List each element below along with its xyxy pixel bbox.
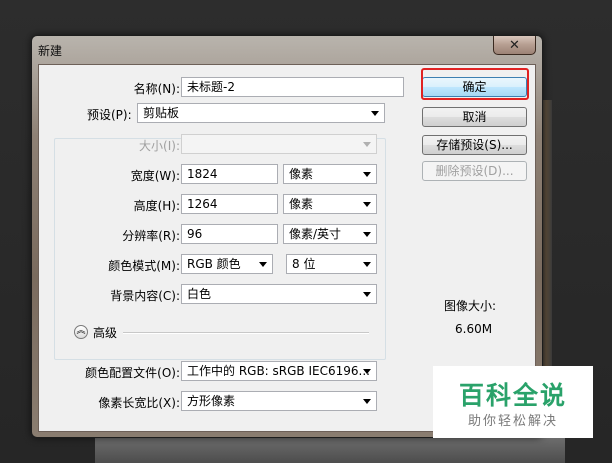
pixel-aspect-value: 方形像素 bbox=[187, 394, 236, 408]
resolution-unit-value: 像素/英寸 bbox=[289, 227, 342, 241]
bit-depth-value: 8 位 bbox=[292, 257, 316, 271]
chevron-down-icon bbox=[363, 202, 371, 207]
close-icon: ✕ bbox=[509, 37, 520, 53]
width-unit-select[interactable]: 像素 bbox=[283, 164, 377, 184]
dialog-titlebar: 新建 ✕ bbox=[32, 36, 542, 64]
background-window-strip bbox=[95, 436, 565, 463]
height-input[interactable]: 1264 bbox=[181, 194, 278, 214]
chevron-down-icon bbox=[363, 142, 371, 147]
advanced-divider bbox=[123, 332, 369, 334]
width-input[interactable]: 1824 bbox=[181, 164, 278, 184]
size-label: 大小(I): bbox=[139, 139, 180, 153]
width-unit-value: 像素 bbox=[289, 167, 314, 181]
height-unit-value: 像素 bbox=[289, 197, 314, 211]
delete-preset-button: 删除预设(D)... bbox=[422, 161, 527, 181]
chevron-down-icon bbox=[363, 292, 371, 297]
size-select bbox=[181, 134, 377, 154]
preset-value: 剪贴板 bbox=[143, 106, 180, 120]
chevron-up-icon: ︽ bbox=[76, 326, 86, 336]
resolution-label: 分辨率(R): bbox=[122, 229, 180, 243]
pixel-aspect-label: 像素长宽比(X): bbox=[98, 396, 180, 410]
color-profile-label: 颜色配置文件(O): bbox=[85, 366, 180, 380]
color-profile-select[interactable]: 工作中的 RGB: sRGB IEC6196... bbox=[181, 361, 377, 381]
ok-button-highlight bbox=[421, 68, 529, 100]
bit-depth-select[interactable]: 8 位 bbox=[286, 254, 377, 274]
preset-label: 预设(P): bbox=[87, 108, 132, 122]
color-mode-value: RGB 颜色 bbox=[187, 257, 241, 271]
name-label: 名称(N): bbox=[133, 82, 180, 96]
watermark-subtitle: 助你轻松解决 bbox=[467, 414, 558, 429]
advanced-toggle[interactable]: ︽ bbox=[74, 325, 88, 339]
chevron-down-icon bbox=[371, 111, 379, 116]
resolution-input[interactable]: 96 bbox=[181, 224, 278, 244]
color-profile-value: 工作中的 RGB: sRGB IEC6196... bbox=[187, 364, 370, 378]
advanced-label: 高级 bbox=[93, 326, 118, 340]
chevron-down-icon bbox=[363, 399, 371, 404]
height-label: 高度(H): bbox=[133, 199, 180, 213]
color-mode-select[interactable]: RGB 颜色 bbox=[181, 254, 273, 274]
chevron-down-icon bbox=[363, 172, 371, 177]
pixel-aspect-select[interactable]: 方形像素 bbox=[181, 391, 377, 411]
chevron-down-icon bbox=[363, 369, 371, 374]
resolution-unit-select[interactable]: 像素/英寸 bbox=[283, 224, 377, 244]
preset-select[interactable]: 剪贴板 bbox=[137, 103, 385, 123]
name-input[interactable]: 未标题-2 bbox=[181, 77, 404, 97]
chevron-down-icon bbox=[363, 232, 371, 237]
width-label: 宽度(W): bbox=[130, 169, 180, 183]
cancel-button[interactable]: 取消 bbox=[422, 107, 527, 127]
color-mode-label: 颜色模式(M): bbox=[108, 259, 180, 273]
image-size-value: 6.60M bbox=[455, 322, 493, 336]
background-select[interactable]: 白色 bbox=[181, 284, 377, 304]
dialog-title: 新建 bbox=[38, 44, 63, 58]
chevron-down-icon bbox=[363, 262, 371, 267]
height-unit-select[interactable]: 像素 bbox=[283, 194, 377, 214]
watermark: 百科全说 助你轻松解决 bbox=[433, 366, 593, 438]
background-label: 背景内容(C): bbox=[110, 289, 180, 303]
background-value: 白色 bbox=[187, 287, 212, 301]
chevron-down-icon bbox=[259, 262, 267, 267]
save-preset-button[interactable]: 存储预设(S)... bbox=[422, 135, 527, 155]
close-button[interactable]: ✕ bbox=[493, 36, 536, 55]
watermark-title: 百科全说 bbox=[458, 381, 567, 410]
image-size-label: 图像大小: bbox=[444, 299, 497, 313]
